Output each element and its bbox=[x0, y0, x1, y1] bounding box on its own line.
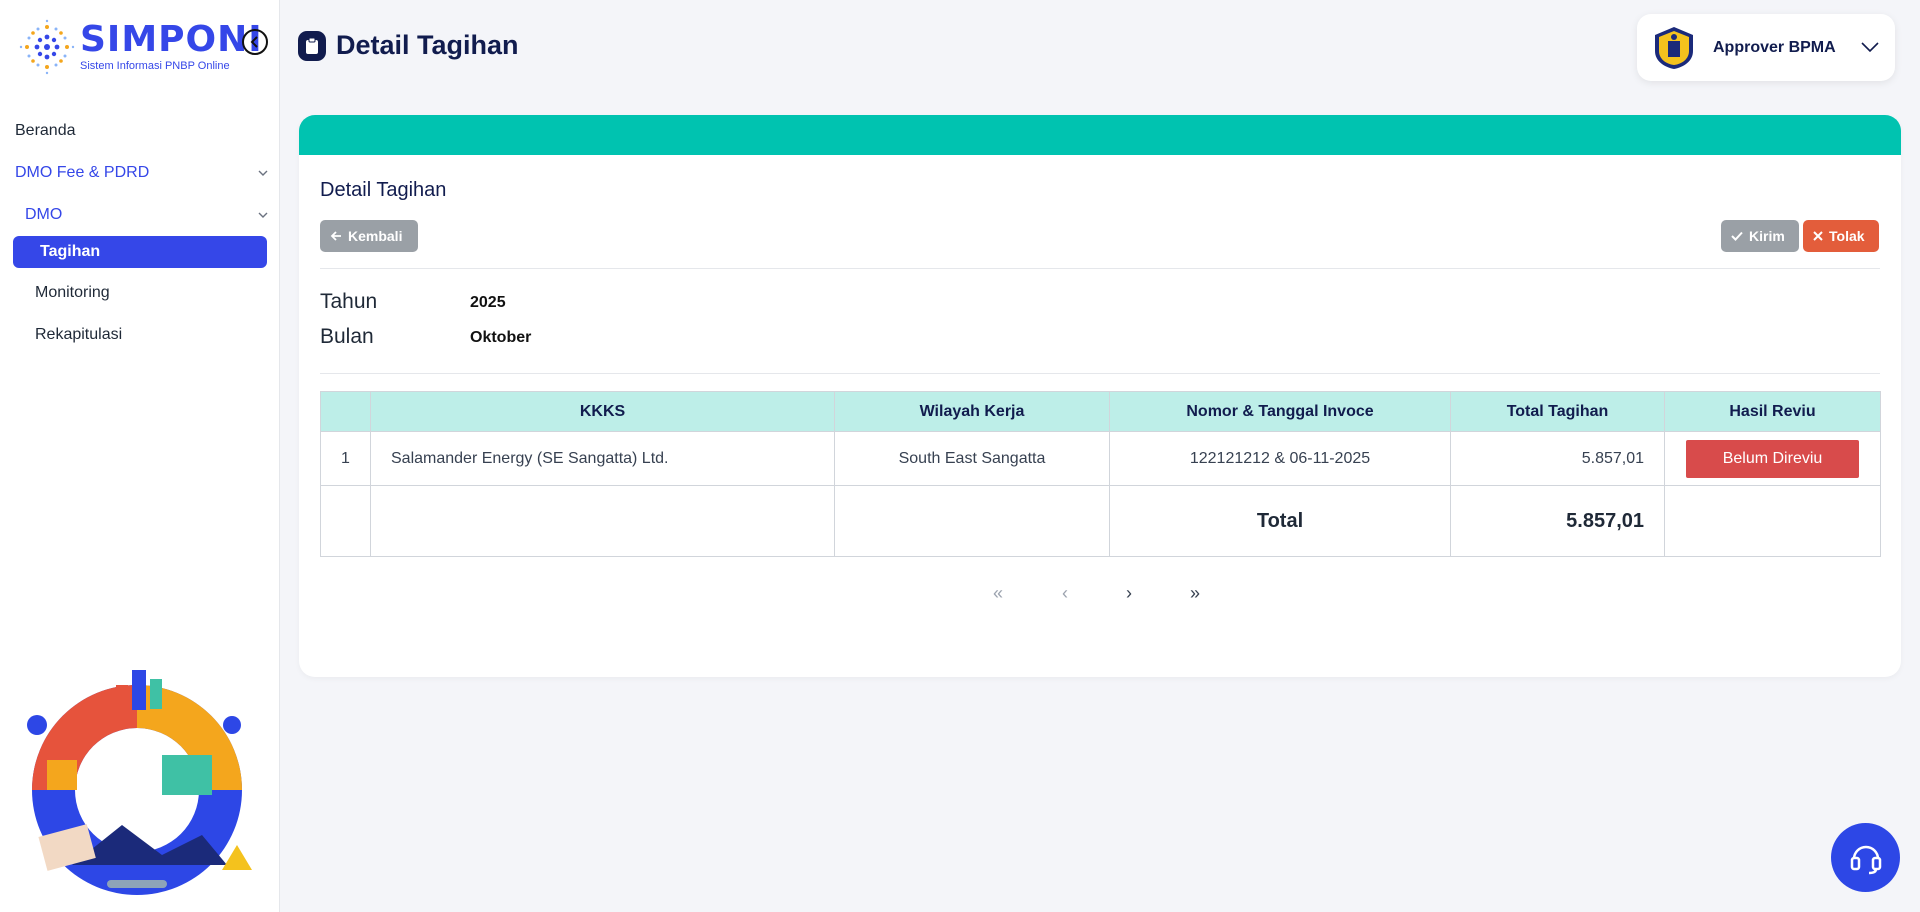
col-header-total: Total Tagihan bbox=[1450, 391, 1665, 432]
collapse-sidebar-button[interactable] bbox=[242, 29, 268, 55]
help-button[interactable] bbox=[1831, 823, 1900, 892]
tahun-label: Tahun bbox=[320, 290, 378, 313]
sidebar-item-rekapitulasi[interactable]: Rekapitulasi bbox=[0, 314, 280, 356]
card-title: Detail Tagihan bbox=[320, 179, 447, 201]
total-value: 5.857,01 bbox=[1566, 509, 1644, 532]
divider bbox=[320, 268, 1880, 269]
arrow-left-icon bbox=[330, 231, 341, 241]
sidebar-item-monitoring[interactable]: Monitoring bbox=[0, 272, 280, 314]
kemenkeu-emblem-icon bbox=[1655, 26, 1693, 69]
cell-kkks: Salamander Energy (SE Sangatta) Ltd. bbox=[370, 431, 835, 486]
close-icon bbox=[1813, 231, 1823, 241]
card-header-band bbox=[299, 115, 1901, 155]
sidebar: SIMPONI Sistem Informasi PNBP Online Ber… bbox=[0, 0, 280, 912]
reject-button-label: Tolak bbox=[1829, 228, 1865, 244]
sidebar-item-label: DMO Fee & PDRD bbox=[15, 164, 150, 181]
sidebar-item-label: Tagihan bbox=[40, 243, 101, 260]
page-title: Detail Tagihan bbox=[298, 30, 519, 61]
cell-empty bbox=[1664, 485, 1881, 557]
back-button[interactable]: Kembali bbox=[320, 220, 418, 252]
clipboard-icon bbox=[298, 30, 326, 61]
logo-title: SIMPONI bbox=[80, 19, 263, 60]
user-menu[interactable]: Approver BPMA bbox=[1637, 14, 1895, 81]
tagihan-table: KKKS Wilayah Kerja Nomor & Tanggal Invoc… bbox=[320, 391, 1881, 557]
col-header-nomor: Nomor & Tanggal Invoce bbox=[1109, 391, 1451, 432]
check-icon bbox=[1731, 231, 1743, 241]
table-header-row: KKKS Wilayah Kerja Nomor & Tanggal Invoc… bbox=[320, 391, 1881, 432]
sidebar-item-label: DMO bbox=[25, 206, 63, 223]
cell-empty bbox=[320, 485, 371, 557]
send-button[interactable]: Kirim bbox=[1721, 220, 1799, 252]
bulan-label: Bulan bbox=[320, 325, 374, 348]
page-title-text: Detail Tagihan bbox=[336, 30, 519, 60]
sidebar-item-dmo[interactable]: DMO bbox=[0, 194, 280, 236]
table-total-row: Total 5.857,01 bbox=[320, 485, 1881, 557]
cell-nomor: 122121212 & 06-11-2025 bbox=[1109, 431, 1451, 486]
user-name: Approver BPMA bbox=[1713, 38, 1836, 56]
first-page-button[interactable]: « bbox=[993, 583, 1003, 604]
tahun-value: 2025 bbox=[470, 294, 506, 311]
sidebar-item-label: Monitoring bbox=[35, 284, 110, 301]
logo-tagline: Sistem Informasi PNBP Online bbox=[80, 60, 230, 72]
send-button-label: Kirim bbox=[1749, 228, 1785, 244]
col-header-hasil: Hasil Reviu bbox=[1664, 391, 1881, 432]
logo-dots-icon bbox=[19, 19, 75, 75]
headset-icon bbox=[1850, 845, 1881, 874]
divider bbox=[320, 373, 1880, 374]
bulan-value: Oktober bbox=[470, 329, 532, 346]
col-header-wilayah: Wilayah Kerja bbox=[834, 391, 1110, 432]
chevron-down-icon bbox=[258, 212, 268, 218]
next-page-button[interactable]: › bbox=[1126, 583, 1132, 604]
review-status-button[interactable]: Belum Direviu bbox=[1686, 439, 1859, 478]
col-header-no bbox=[320, 391, 371, 432]
table-row: 1 Salamander Energy (SE Sangatta) Ltd. S… bbox=[320, 431, 1881, 486]
chevron-down-icon bbox=[1861, 42, 1879, 53]
chevron-down-icon bbox=[258, 170, 268, 176]
simponi-logo[interactable]: SIMPONI Sistem Informasi PNBP Online bbox=[18, 18, 263, 76]
back-button-label: Kembali bbox=[348, 228, 403, 244]
total-label: Total bbox=[1256, 509, 1304, 532]
col-header-kkks: KKKS bbox=[370, 391, 835, 432]
cell-total: 5.857,01 bbox=[1450, 431, 1665, 486]
cell-empty bbox=[370, 485, 835, 557]
detail-card: Detail Tagihan Kembali Kirim Tolak Tahun… bbox=[299, 115, 1901, 677]
cell-hasil: Belum Direviu bbox=[1664, 431, 1881, 486]
cell-no: 1 bbox=[320, 431, 371, 486]
chevron-left-icon bbox=[250, 36, 258, 48]
reject-button[interactable]: Tolak bbox=[1803, 220, 1879, 252]
sidebar-item-dmo-fee-pdrd[interactable]: DMO Fee & PDRD bbox=[0, 152, 280, 194]
sidebar-illustration bbox=[27, 670, 252, 895]
total-label-cell: Total bbox=[1109, 485, 1451, 557]
sidebar-item-beranda[interactable]: Beranda bbox=[0, 110, 280, 152]
cell-empty bbox=[834, 485, 1110, 557]
sidebar-item-label: Beranda bbox=[15, 122, 76, 139]
prev-page-button[interactable]: ‹ bbox=[1062, 583, 1068, 604]
last-page-button[interactable]: » bbox=[1190, 583, 1200, 604]
sidebar-menu: Beranda DMO Fee & PDRD DMO Tagihan Monit… bbox=[0, 110, 280, 356]
total-value-cell: 5.857,01 bbox=[1450, 485, 1665, 557]
sidebar-item-label: Rekapitulasi bbox=[35, 326, 123, 343]
cell-wilayah: South East Sangatta bbox=[834, 431, 1110, 486]
sidebar-item-tagihan[interactable]: Tagihan bbox=[13, 236, 267, 268]
